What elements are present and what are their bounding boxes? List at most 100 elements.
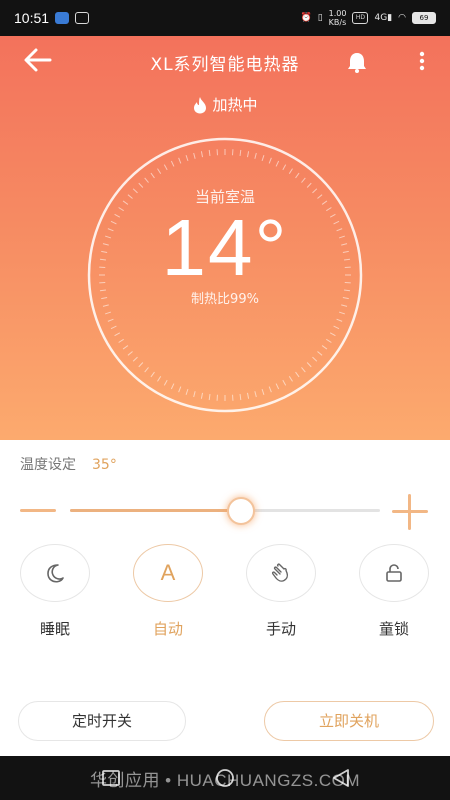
current-temperature: 14°	[161, 203, 289, 292]
dial-tick	[107, 318, 114, 322]
dial-tick	[105, 311, 112, 315]
flame-icon	[194, 96, 207, 113]
dial-tick	[321, 345, 328, 350]
dial-tick	[275, 383, 280, 390]
cell-signal-icon: 4G▮	[374, 13, 393, 23]
dial-tick	[163, 379, 168, 386]
dial-tick	[144, 177, 149, 183]
dial-tick	[208, 149, 211, 157]
wifi-icon: ◠	[398, 13, 406, 23]
hd-icon: HD	[352, 12, 369, 24]
dial-tick	[329, 332, 336, 337]
hand-icon	[271, 563, 289, 582]
temperature-setting: 温度设定 35°	[20, 454, 117, 474]
dial-tick	[333, 325, 340, 330]
mode-auto-label: 自动	[152, 620, 183, 638]
dial-tick	[110, 325, 117, 330]
dial-tick	[170, 160, 175, 167]
dial-tick	[261, 155, 265, 162]
dial-tick	[138, 362, 144, 368]
temperature-slider-row	[0, 492, 450, 532]
dial-tick	[127, 351, 133, 356]
timer-button[interactable]: 定时开关	[18, 701, 186, 741]
vibrate-icon: ▯	[317, 13, 323, 23]
dial-tick	[193, 152, 196, 159]
dial-tick	[200, 392, 204, 399]
heat-ratio: 制热比99%	[191, 292, 259, 307]
dial-tick	[317, 351, 323, 356]
increase-temp-button[interactable]	[392, 494, 428, 530]
decrease-temp-button[interactable]	[20, 509, 56, 512]
notification-button[interactable]	[344, 50, 370, 74]
dial-tick	[150, 371, 155, 378]
dial-tick	[282, 379, 287, 386]
temperature-setting-value: 35°	[92, 457, 117, 473]
slider-thumb[interactable]	[226, 497, 255, 525]
dial-tick	[254, 391, 257, 398]
slider-fill	[70, 509, 241, 512]
dial-tick	[326, 338, 332, 343]
dial-tick	[288, 168, 293, 174]
dial-tick	[295, 172, 300, 179]
dial-tick	[239, 393, 242, 401]
dial-tick	[157, 376, 162, 382]
hero-panel: XL系列智能电热器 加热中 当前室温 14° 制热比99%	[0, 36, 450, 440]
dial-tick	[193, 391, 196, 398]
notification-icon	[55, 12, 70, 24]
mode-sleep-label: 睡眠	[39, 620, 70, 638]
dial-tick	[114, 332, 121, 337]
mode-manual[interactable]: 手动	[241, 544, 321, 639]
bell-icon	[348, 53, 366, 73]
status-time: 10:51	[14, 10, 50, 26]
mode-child-lock-label: 童锁	[378, 620, 409, 638]
power-off-button[interactable]: 立即关机	[264, 701, 434, 741]
signal-label: 4G	[374, 13, 388, 23]
dial-tick	[185, 388, 189, 395]
dial-tick	[301, 177, 306, 183]
dial-tick	[122, 345, 129, 350]
dial-tick	[336, 318, 343, 322]
dial-tick	[185, 155, 189, 162]
more-menu-button[interactable]	[414, 50, 430, 72]
dial-tick	[144, 367, 149, 373]
mode-sleep-button[interactable]	[20, 544, 90, 602]
dial-tick	[157, 168, 162, 174]
mode-manual-button[interactable]	[246, 544, 316, 602]
dial-tick	[246, 151, 250, 158]
dial-tick	[239, 149, 242, 157]
dial-tick	[295, 371, 300, 378]
mode-sleep[interactable]: 睡眠	[15, 544, 95, 639]
more-vertical-icon	[419, 51, 425, 71]
temperature-dial: 当前室温 14° 制热比99%	[86, 136, 364, 414]
dial-tick	[282, 164, 287, 171]
auto-letter-icon: A	[160, 560, 176, 585]
temperature-slider[interactable]	[70, 497, 380, 525]
dial-tick	[132, 356, 138, 362]
status-bar: 10:51 ⏰ ▯ 1.00 KB/s HD 4G▮ ◠ 69	[0, 0, 450, 36]
dial-tick	[338, 311, 345, 315]
dial-tick	[200, 151, 204, 158]
dial-tick	[170, 383, 175, 390]
dial-tick	[275, 160, 280, 167]
mode-auto[interactable]: A 自动	[128, 544, 208, 639]
mode-child-lock[interactable]: 童锁	[354, 544, 434, 639]
mode-auto-button[interactable]: A	[133, 544, 203, 602]
watermark: 华创应用 • HUACHUANGZS.COM	[89, 771, 361, 790]
dial-tick	[246, 392, 250, 399]
dial-tick	[261, 388, 265, 395]
dial-tick	[288, 376, 293, 382]
dial-tick	[163, 164, 168, 171]
alarm-icon: ⏰	[300, 13, 312, 23]
dial-tick	[208, 393, 211, 401]
dial-tick	[301, 367, 306, 373]
mode-selector: 睡眠 A 自动 手动 童锁	[0, 544, 450, 644]
mode-child-lock-button[interactable]	[359, 544, 429, 602]
top-nav: XL系列智能电热器	[0, 36, 450, 84]
dial-tick	[312, 356, 318, 362]
moon-icon	[47, 564, 64, 583]
lock-icon	[386, 564, 402, 582]
heating-status-text: 加热中	[212, 96, 258, 114]
battery-icon: 69	[412, 12, 436, 24]
page-title: XL系列智能电热器	[150, 55, 300, 75]
system-nav-bar: 华创应用 • HUACHUANGZS.COM	[0, 756, 450, 800]
